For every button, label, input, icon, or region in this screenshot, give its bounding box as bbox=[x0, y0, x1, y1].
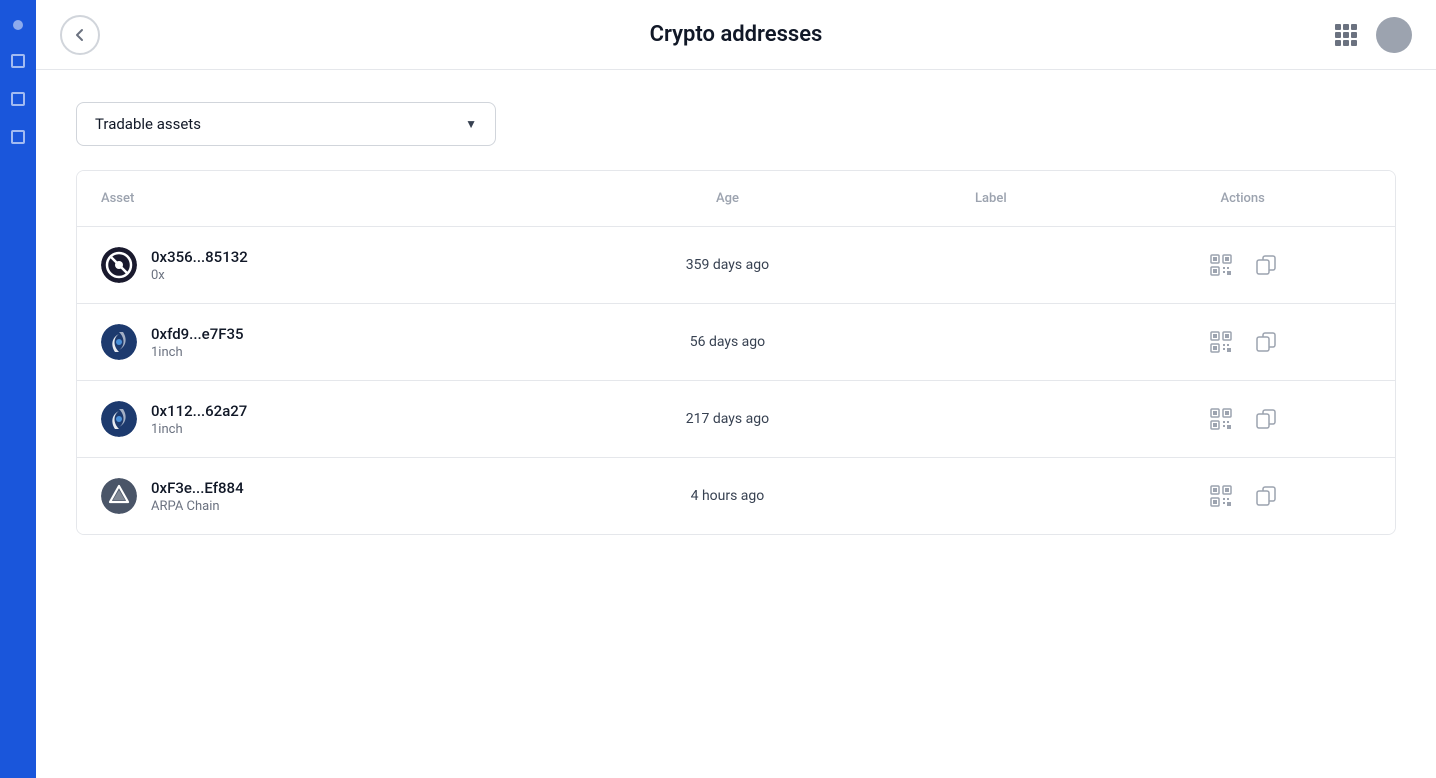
table-row: 0xfd9...e7F35 1inch 56 days ago bbox=[77, 304, 1395, 381]
age-cell-1: 56 days ago bbox=[564, 304, 892, 381]
asset-info-2: 0x112...62a27 1inch bbox=[151, 402, 247, 437]
header-right bbox=[1328, 17, 1412, 53]
copy-address-button-1[interactable] bbox=[1252, 328, 1280, 356]
qr-code-button-2[interactable] bbox=[1206, 404, 1236, 434]
copy-address-button-2[interactable] bbox=[1252, 405, 1280, 433]
chevron-down-icon: ▼ bbox=[465, 117, 477, 131]
col-header-age: Age bbox=[564, 171, 892, 227]
label-cell-2 bbox=[891, 381, 1090, 458]
filter-dropdown-container: Tradable assets ▼ bbox=[76, 102, 1396, 146]
asset-address-2: 0x112...62a27 bbox=[151, 402, 247, 420]
main-content: Crypto addresses Tradable assets ▼ bbox=[36, 0, 1436, 778]
sidebar-item-3 bbox=[11, 92, 25, 106]
table-header: Asset Age Label Actions bbox=[77, 171, 1395, 227]
dropdown-label: Tradable assets bbox=[95, 115, 201, 133]
table-row: 0x356...85132 0x 359 days ago bbox=[77, 227, 1395, 304]
table: Asset Age Label Actions 0x356...85132 0x bbox=[77, 171, 1395, 534]
asset-info-1: 0xfd9...e7F35 1inch bbox=[151, 325, 244, 360]
qr-code-button-0[interactable] bbox=[1206, 250, 1236, 280]
copy-address-button-3[interactable] bbox=[1252, 482, 1280, 510]
asset-cell-1: 0xfd9...e7F35 1inch bbox=[77, 304, 564, 381]
asset-icon-3 bbox=[101, 478, 137, 514]
sidebar bbox=[0, 0, 36, 778]
asset-address-3: 0xF3e...Ef884 bbox=[151, 479, 244, 497]
asset-info-0: 0x356...85132 0x bbox=[151, 248, 248, 283]
actions-cell-2 bbox=[1090, 381, 1395, 458]
actions-cell-0 bbox=[1090, 227, 1395, 304]
grid-icon bbox=[1335, 24, 1357, 46]
col-header-actions: Actions bbox=[1090, 171, 1395, 227]
asset-info-3: 0xF3e...Ef884 ARPA Chain bbox=[151, 479, 244, 514]
asset-cell-0: 0x356...85132 0x bbox=[77, 227, 564, 304]
content-area: Tradable assets ▼ Asset Age Label Action… bbox=[36, 70, 1436, 778]
copy-address-button-0[interactable] bbox=[1252, 251, 1280, 279]
asset-icon-1 bbox=[101, 324, 137, 360]
asset-symbol-3: ARPA Chain bbox=[151, 499, 244, 514]
asset-symbol-2: 1inch bbox=[151, 422, 247, 437]
back-button[interactable] bbox=[60, 15, 100, 55]
age-cell-3: 4 hours ago bbox=[564, 458, 892, 535]
actions-cell-3 bbox=[1090, 458, 1395, 535]
label-cell-1 bbox=[891, 304, 1090, 381]
col-header-label: Label bbox=[891, 171, 1090, 227]
page-title: Crypto addresses bbox=[650, 22, 823, 47]
crypto-addresses-table: Asset Age Label Actions 0x356...85132 0x bbox=[76, 170, 1396, 535]
age-cell-2: 217 days ago bbox=[564, 381, 892, 458]
sidebar-item-2 bbox=[11, 54, 25, 68]
asset-symbol-1: 1inch bbox=[151, 345, 244, 360]
table-row: 0xF3e...Ef884 ARPA Chain 4 hours ago bbox=[77, 458, 1395, 535]
actions-cell-1 bbox=[1090, 304, 1395, 381]
col-header-asset: Asset bbox=[77, 171, 564, 227]
header: Crypto addresses bbox=[36, 0, 1436, 70]
asset-cell-2: 0x112...62a27 1inch bbox=[77, 381, 564, 458]
sidebar-item-4 bbox=[11, 130, 25, 144]
age-cell-0: 359 days ago bbox=[564, 227, 892, 304]
table-row: 0x112...62a27 1inch 217 days ago bbox=[77, 381, 1395, 458]
qr-code-button-3[interactable] bbox=[1206, 481, 1236, 511]
asset-symbol-0: 0x bbox=[151, 268, 248, 283]
asset-address-1: 0xfd9...e7F35 bbox=[151, 325, 244, 343]
header-center: Crypto addresses bbox=[650, 22, 823, 47]
user-avatar[interactable] bbox=[1376, 17, 1412, 53]
tradable-assets-dropdown[interactable]: Tradable assets ▼ bbox=[76, 102, 496, 146]
label-cell-3 bbox=[891, 458, 1090, 535]
grid-menu-button[interactable] bbox=[1328, 17, 1364, 53]
qr-code-button-1[interactable] bbox=[1206, 327, 1236, 357]
asset-icon-2 bbox=[101, 401, 137, 437]
asset-icon-0 bbox=[101, 247, 137, 283]
table-body: 0x356...85132 0x 359 days ago bbox=[77, 227, 1395, 535]
asset-cell-3: 0xF3e...Ef884 ARPA Chain bbox=[77, 458, 564, 535]
sidebar-item-1 bbox=[13, 20, 23, 30]
asset-address-0: 0x356...85132 bbox=[151, 248, 248, 266]
label-cell-0 bbox=[891, 227, 1090, 304]
